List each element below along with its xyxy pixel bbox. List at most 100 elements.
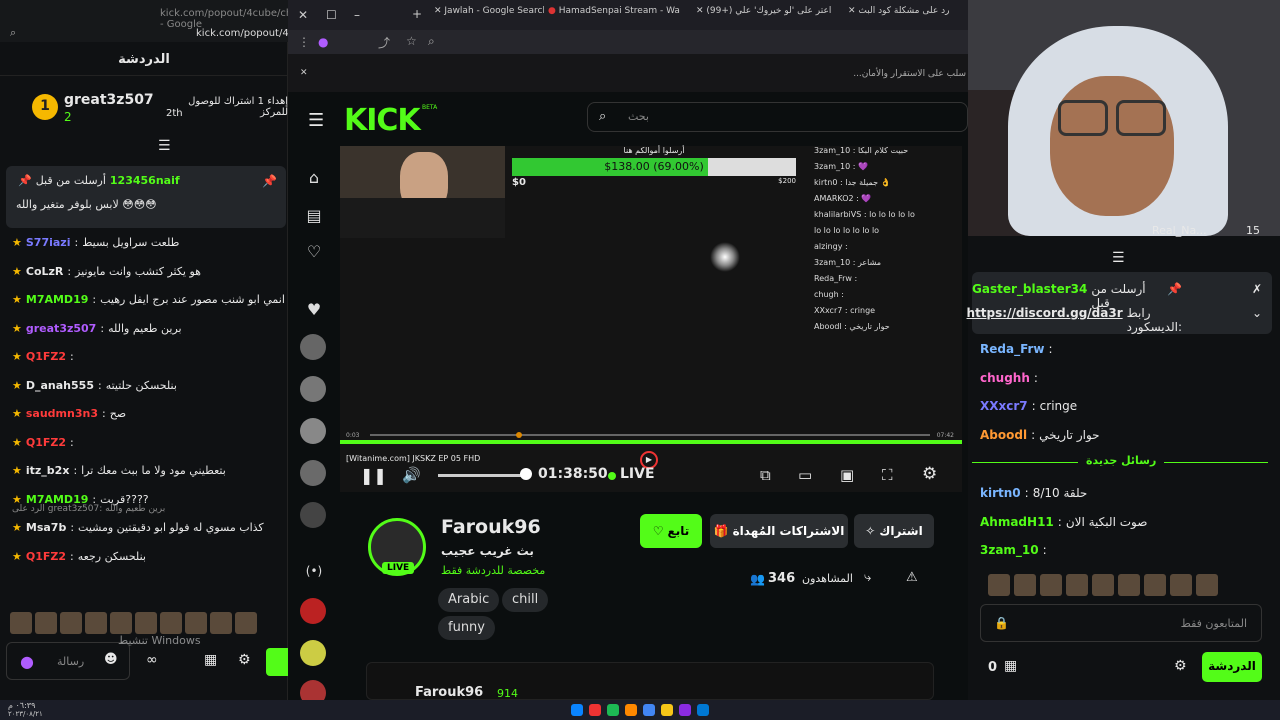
following-icon[interactable]: ♡: [303, 242, 325, 264]
chat-username[interactable]: Aboodl: [980, 428, 1027, 442]
chat-username[interactable]: Q1FZ2: [26, 350, 66, 363]
emote[interactable]: [185, 612, 207, 634]
discord-link[interactable]: https://discord.gg/da3r: [967, 306, 1123, 334]
points-icon[interactable]: ▦: [1004, 658, 1017, 674]
channel-avatar[interactable]: [300, 502, 326, 528]
emote[interactable]: [1066, 574, 1088, 596]
search-icon[interactable]: ⌕: [599, 109, 606, 124]
tag-chill[interactable]: chill: [502, 588, 549, 612]
chat-username[interactable]: Q1FZ2: [26, 436, 66, 449]
right-chat-input[interactable]: المتابعون فقط: [980, 604, 1262, 642]
channel-avatar[interactable]: [300, 334, 326, 360]
emote[interactable]: [1144, 574, 1166, 596]
close-icon[interactable]: ✕: [300, 68, 308, 78]
inner-seek-handle[interactable]: [516, 432, 522, 438]
unpin-icon[interactable]: 📌: [262, 174, 277, 188]
chat-username[interactable]: Q1FZ2: [26, 550, 66, 563]
emote[interactable]: [1170, 574, 1192, 596]
minimize-icon[interactable]: –: [354, 8, 360, 22]
chat-username[interactable]: D_anah555: [26, 379, 94, 392]
app-icon[interactable]: [625, 704, 637, 716]
volume-handle[interactable]: [520, 468, 532, 480]
chat-username[interactable]: AhmadH11: [980, 515, 1054, 529]
follow-button[interactable]: ♡ تابع: [640, 514, 702, 548]
emoji-icon[interactable]: ☻: [104, 652, 118, 667]
channel-avatar[interactable]: [300, 640, 326, 666]
zoom-icon[interactable]: ⌕: [428, 34, 435, 49]
theater-icon[interactable]: ▣: [840, 466, 854, 484]
folder-icon[interactable]: [661, 704, 673, 716]
tab-tiktok[interactable]: ✕ (99+) اعتر على 'لو خيروك' علي: [696, 6, 856, 24]
channel-avatar[interactable]: [300, 418, 326, 444]
chat-username[interactable]: CoLzR: [26, 265, 64, 278]
gift-subs-button[interactable]: 🎁 الاشتراكات المُهداة: [710, 514, 848, 548]
emote[interactable]: [1196, 574, 1218, 596]
seek-bar[interactable]: [340, 440, 962, 444]
channel-avatar[interactable]: [300, 598, 326, 624]
close-icon[interactable]: ✕: [696, 6, 706, 16]
spotify-icon[interactable]: [607, 704, 619, 716]
report-icon[interactable]: ⚠: [906, 570, 918, 585]
close-icon[interactable]: ✕: [298, 8, 308, 22]
emote[interactable]: [60, 612, 82, 634]
emote[interactable]: [135, 612, 157, 634]
gift-icon[interactable]: ▦: [204, 652, 217, 668]
share-icon[interactable]: ⤷: [864, 570, 871, 585]
chat-username[interactable]: XXxcr7: [980, 399, 1028, 413]
emote[interactable]: [160, 612, 182, 634]
send-button[interactable]: [266, 648, 288, 676]
kick-logo[interactable]: KICK: [344, 103, 421, 138]
home-icon[interactable]: ⌂: [303, 168, 325, 190]
live-radio-icon[interactable]: (•): [303, 564, 325, 586]
volume-icon[interactable]: 🔊: [402, 466, 421, 484]
emote[interactable]: [10, 612, 32, 634]
browse-icon[interactable]: ▤: [303, 206, 325, 228]
chat-username[interactable]: chughh: [980, 371, 1030, 385]
star-icon[interactable]: ☆: [406, 34, 417, 48]
chat-username[interactable]: kirtn0: [980, 486, 1021, 500]
pause-icon[interactable]: ❚❚: [360, 466, 387, 485]
extension-icon[interactable]: ●: [318, 35, 328, 49]
streamer-name[interactable]: Farouk96: [441, 516, 541, 538]
chat-username[interactable]: 3zam_10: [980, 543, 1039, 557]
chrome-icon[interactable]: [643, 704, 655, 716]
emote[interactable]: [35, 612, 57, 634]
heart-icon[interactable]: ♥: [303, 300, 325, 322]
chat-username[interactable]: S77iazi: [26, 236, 71, 249]
clip-icon[interactable]: ▭: [798, 466, 812, 484]
chat-username[interactable]: Msa7b: [26, 521, 66, 534]
close-icon[interactable]: ●: [548, 6, 559, 16]
emote[interactable]: [1118, 574, 1140, 596]
close-icon[interactable]: ✕: [434, 6, 444, 16]
subscribe-button[interactable]: ✧ اشتراك: [854, 514, 934, 548]
hamburger-icon[interactable]: ☰: [308, 110, 324, 131]
settings-icon[interactable]: ⚙: [1174, 658, 1187, 674]
chat-username[interactable]: saudmn3n3: [26, 407, 98, 420]
emote[interactable]: [988, 574, 1010, 596]
tab-youtube[interactable]: ✕ رد على مشكلة كود البث: [848, 6, 968, 24]
close-icon[interactable]: ✕: [848, 6, 858, 16]
emote[interactable]: [210, 612, 232, 634]
emote[interactable]: [235, 612, 257, 634]
app-icon[interactable]: [679, 704, 691, 716]
chat-username[interactable]: great3z507: [26, 322, 96, 335]
chat-username[interactable]: M7AMD19: [26, 293, 89, 306]
mic-icon[interactable]: ●: [20, 652, 34, 671]
tag-funny[interactable]: funny: [438, 616, 495, 640]
inner-seek[interactable]: [370, 434, 930, 436]
channel-avatar[interactable]: [300, 460, 326, 486]
collapse-icon[interactable]: ☰: [158, 138, 171, 154]
search-icon[interactable]: ⌕: [10, 26, 16, 40]
fullscreen-icon[interactable]: ⛶: [882, 466, 893, 484]
settings-icon[interactable]: ⚙: [238, 652, 251, 668]
unpin-icon[interactable]: ✗: [1252, 282, 1262, 296]
new-tab-icon[interactable]: +: [412, 7, 422, 21]
pinned-user[interactable]: 123456naif: [110, 174, 180, 187]
edge-icon[interactable]: [697, 704, 709, 716]
top-gifter-name[interactable]: great3z507: [64, 92, 154, 108]
share-icon[interactable]: ⤴: [378, 34, 390, 51]
stream-category[interactable]: مخصصة للدردشة فقط: [441, 564, 545, 577]
channel-avatar[interactable]: [300, 376, 326, 402]
maximize-icon[interactable]: ☐: [326, 8, 337, 22]
volume-slider[interactable]: [438, 474, 526, 477]
